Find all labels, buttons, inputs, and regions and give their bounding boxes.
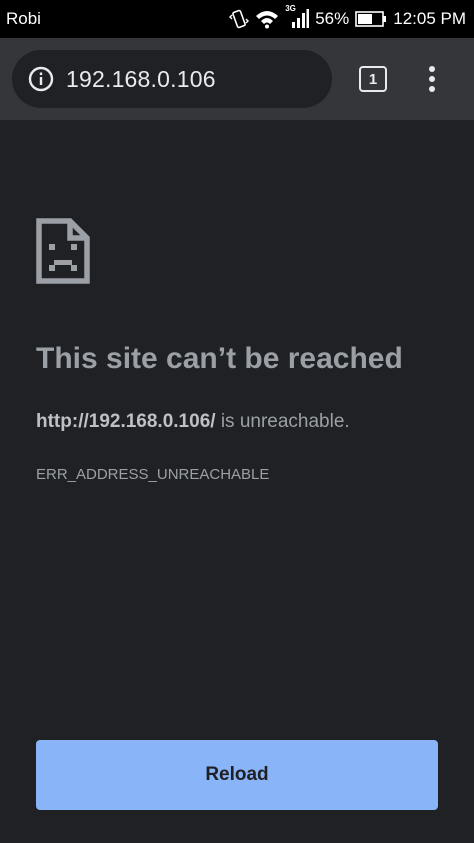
error-title: This site can’t be reached [36, 342, 403, 375]
tab-switcher-button[interactable]: 1 [359, 66, 387, 92]
browser-toolbar: 192.168.0.106 1 [0, 38, 474, 120]
status-bar: Robi 3G 56% 12:05 PM [0, 0, 474, 38]
reload-button[interactable]: Reload [36, 740, 438, 810]
error-code: ERR_ADDRESS_UNREACHABLE [36, 466, 270, 483]
more-menu-icon[interactable] [418, 62, 446, 96]
battery-percent: 56% [315, 9, 350, 28]
info-icon[interactable] [28, 66, 54, 92]
url-text[interactable]: 192.168.0.106 [66, 66, 216, 93]
error-description: http://192.168.0.106/ is unreachable. [36, 411, 350, 433]
network-type-label: 3G [285, 4, 296, 13]
error-url: http://192.168.0.106/ [36, 411, 216, 432]
sad-page-icon [36, 218, 90, 289]
vibrate-icon [229, 9, 250, 29]
error-message: is unreachable. [215, 411, 350, 432]
carrier-name: Robi [6, 9, 41, 28]
tab-count: 1 [368, 70, 378, 88]
battery-icon [355, 10, 387, 28]
error-page: This site can’t be reached http://192.16… [0, 120, 474, 843]
wifi-icon [255, 9, 279, 29]
clock: 12:05 PM [393, 9, 466, 28]
status-icons: 3G 56% 12:05 PM [229, 4, 466, 29]
signal-icon: 3G [285, 4, 310, 29]
address-bar[interactable]: 192.168.0.106 [12, 50, 332, 108]
